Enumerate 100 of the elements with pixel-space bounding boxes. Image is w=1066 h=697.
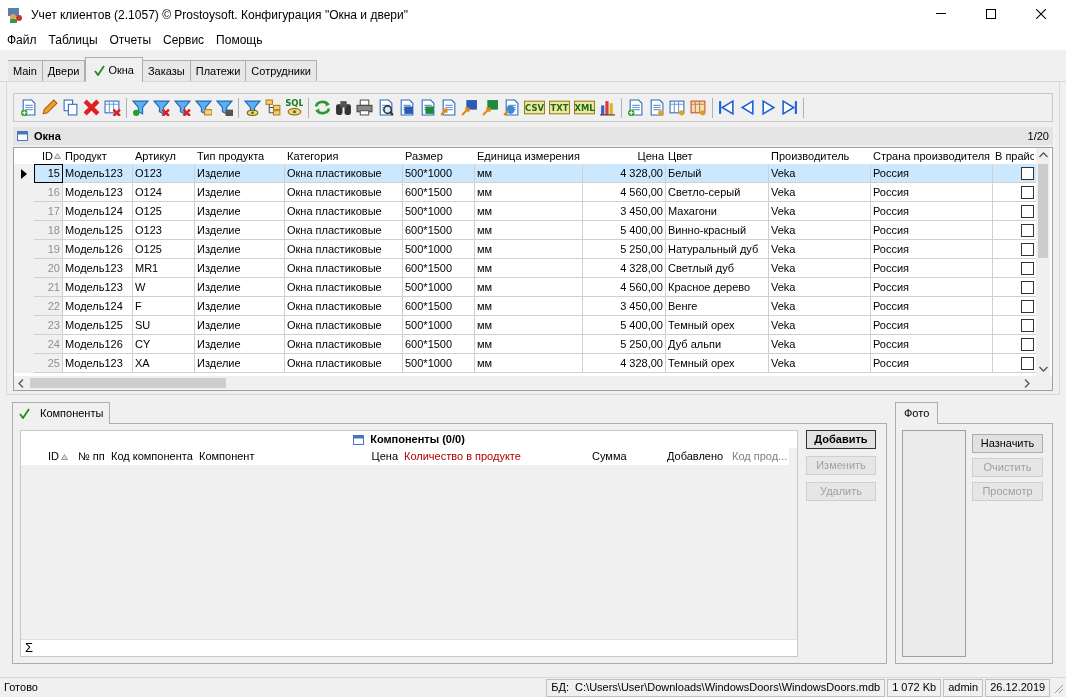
next-record-icon[interactable] — [760, 99, 777, 116]
column-header[interactable]: Цвет — [666, 148, 769, 164]
csv-export-icon[interactable]: CSV — [524, 99, 545, 116]
scroll-up-icon[interactable] — [1038, 152, 1048, 158]
close-icon[interactable] — [1036, 9, 1046, 19]
print-preview-icon[interactable] — [377, 99, 394, 116]
first-record-icon[interactable] — [718, 99, 735, 116]
checkbox[interactable] — [1021, 337, 1034, 351]
action-button[interactable]: Добавить — [806, 430, 876, 449]
table-row[interactable]: 16 Модель123 O124 Изделие Окна пластиковые 600*1500 мм 4 560,00 Светло-серый Veka Россия — [14, 183, 1036, 202]
copy-icon[interactable] — [62, 99, 79, 116]
column-header[interactable]: Страна производителя — [871, 148, 993, 164]
horizontal-scrollbar[interactable] — [14, 376, 1052, 390]
table-delete-icon[interactable] — [104, 99, 121, 116]
column-header[interactable]: Продукт — [63, 148, 133, 164]
word-document-icon[interactable] — [398, 99, 415, 116]
tree-icon[interactable] — [265, 99, 282, 116]
column-header[interactable]: ID — [45, 448, 75, 465]
column-header[interactable]: Размер — [403, 148, 475, 164]
scroll-left-icon[interactable] — [18, 378, 24, 388]
last-record-icon[interactable] — [781, 99, 798, 116]
menu-item[interactable]: Файл — [1, 31, 43, 49]
filter-delete-icon[interactable] — [174, 99, 191, 116]
export-word-icon[interactable] — [461, 99, 478, 116]
column-header[interactable]: Категория — [285, 148, 403, 164]
filter-save-icon[interactable] — [216, 99, 233, 116]
tab[interactable]: Компоненты — [12, 402, 111, 424]
document-add-icon[interactable] — [627, 99, 644, 116]
scroll-right-icon[interactable] — [1024, 378, 1030, 388]
table-settings-icon[interactable] — [669, 99, 686, 116]
menu-item[interactable]: Таблицы — [42, 31, 104, 49]
table-row[interactable]: 19 Модель126 O125 Изделие Окна пластиковые 500*1000 мм 5 250,00 Натуральный дуб Veka Россия — [14, 240, 1036, 259]
checkbox[interactable] — [1021, 318, 1034, 332]
checkbox[interactable] — [1021, 356, 1034, 370]
column-header[interactable]: Производитель — [769, 148, 871, 164]
bar-chart-icon[interactable] — [599, 99, 616, 116]
column-header[interactable]: Артикул — [133, 148, 195, 164]
minimize-icon[interactable] — [936, 13, 946, 15]
export-document-icon[interactable] — [440, 99, 457, 116]
action-button[interactable]: Назначить — [972, 434, 1043, 453]
column-header[interactable]: ID — [34, 148, 63, 164]
vertical-scrollbar[interactable] — [1036, 148, 1050, 376]
checkbox[interactable] — [1021, 223, 1034, 237]
table-row[interactable]: 25 Модель123 XA Изделие Окна пластиковые 500*1000 мм 4 328,00 Темный орех Veka Россия — [14, 354, 1036, 373]
filter-eye-icon[interactable] — [244, 99, 261, 116]
menu-item[interactable]: Отчеты — [103, 31, 157, 49]
table-row[interactable]: 17 Модель124 O125 Изделие Окна пластиковые 500*1000 мм 3 450,00 Махагони Veka Россия — [14, 202, 1036, 221]
filter-folder-icon[interactable] — [195, 99, 212, 116]
column-header[interactable]: Цена — [346, 448, 401, 465]
tab[interactable]: Заказы — [142, 60, 191, 81]
column-header[interactable]: Тип продукта — [195, 148, 285, 164]
tab[interactable]: Main — [8, 60, 43, 81]
tab[interactable]: Фото — [895, 402, 939, 424]
checkbox[interactable] — [1021, 261, 1034, 275]
scroll-thumb[interactable] — [1038, 164, 1048, 258]
checkbox[interactable] — [1021, 299, 1034, 313]
column-header[interactable]: № пп — [75, 448, 108, 465]
filter-delete-icon[interactable] — [153, 99, 170, 116]
tab[interactable]: Сотрудники — [246, 60, 317, 81]
menu-item[interactable]: Сервис — [157, 31, 211, 49]
column-header[interactable]: Компонент — [196, 448, 346, 465]
tab[interactable]: Платежи — [190, 60, 247, 81]
document-add-icon[interactable] — [20, 99, 37, 116]
column-header[interactable]: Единица измерения — [475, 148, 583, 164]
tab[interactable]: Двери — [42, 60, 86, 81]
document-settings-icon[interactable] — [648, 99, 665, 116]
table-settings-icon[interactable] — [690, 99, 707, 116]
checkbox[interactable] — [1021, 185, 1034, 199]
export-web-icon[interactable] — [503, 99, 520, 116]
column-header[interactable]: Сумма — [589, 448, 664, 465]
menu-item[interactable]: Помощь — [210, 31, 269, 49]
binoculars-icon[interactable] — [335, 99, 352, 116]
txt-export-icon[interactable]: TXT — [549, 99, 570, 116]
filter-add-icon[interactable] — [132, 99, 149, 116]
table-row[interactable]: 15 Модель123 O123 Изделие Окна пластиковые 500*1000 мм 4 328,00 Белый Veka Россия — [14, 164, 1036, 183]
column-header[interactable]: Количество в продукте — [401, 448, 589, 465]
tab[interactable]: Окна — [85, 57, 143, 82]
checkbox[interactable] — [1021, 204, 1034, 218]
checkbox[interactable] — [1021, 166, 1034, 180]
pencil-icon[interactable] — [41, 99, 58, 116]
column-header[interactable]: Цена — [583, 148, 666, 164]
column-header[interactable]: Код компонента — [108, 448, 196, 465]
delete-icon[interactable] — [83, 99, 100, 116]
table-row[interactable]: 22 Модель124 F Изделие Окна пластиковые 600*1500 мм 3 450,00 Венге Veka Россия — [14, 297, 1036, 316]
printer-icon[interactable] — [356, 99, 373, 116]
scroll-down-icon[interactable] — [1038, 366, 1048, 372]
column-header[interactable]: Добавлено — [664, 448, 729, 465]
table-row[interactable]: 20 Модель123 MR1 Изделие Окна пластиковые 600*1500 мм 4 328,00 Светлый дуб Veka Россия — [14, 259, 1036, 278]
table-row[interactable]: 18 Модель125 O123 Изделие Окна пластиковые 600*1500 мм 5 400,00 Винно-красный Veka Россия — [14, 221, 1036, 240]
table-row[interactable]: 21 Модель123 W Изделие Окна пластиковые 500*1000 мм 4 560,00 Красное дерево Veka Россия — [14, 278, 1036, 297]
checkbox[interactable] — [1021, 280, 1034, 294]
table-row[interactable]: 23 Модель125 SU Изделие Окна пластиковые 500*1000 мм 5 400,00 Темный орех Veka Россия — [14, 316, 1036, 335]
column-header[interactable]: В прайс — [993, 148, 1036, 164]
export-excel-icon[interactable] — [482, 99, 499, 116]
column-header[interactable]: Код прод... — [729, 448, 791, 465]
scroll-thumb[interactable] — [30, 378, 226, 388]
maximize-icon[interactable] — [986, 9, 996, 19]
table-row[interactable]: 24 Модель126 CY Изделие Окна пластиковые 600*1500 мм 5 250,00 Дуб альпи Veka Россия — [14, 335, 1036, 354]
excel-document-icon[interactable] — [419, 99, 436, 116]
checkbox[interactable] — [1021, 242, 1034, 256]
